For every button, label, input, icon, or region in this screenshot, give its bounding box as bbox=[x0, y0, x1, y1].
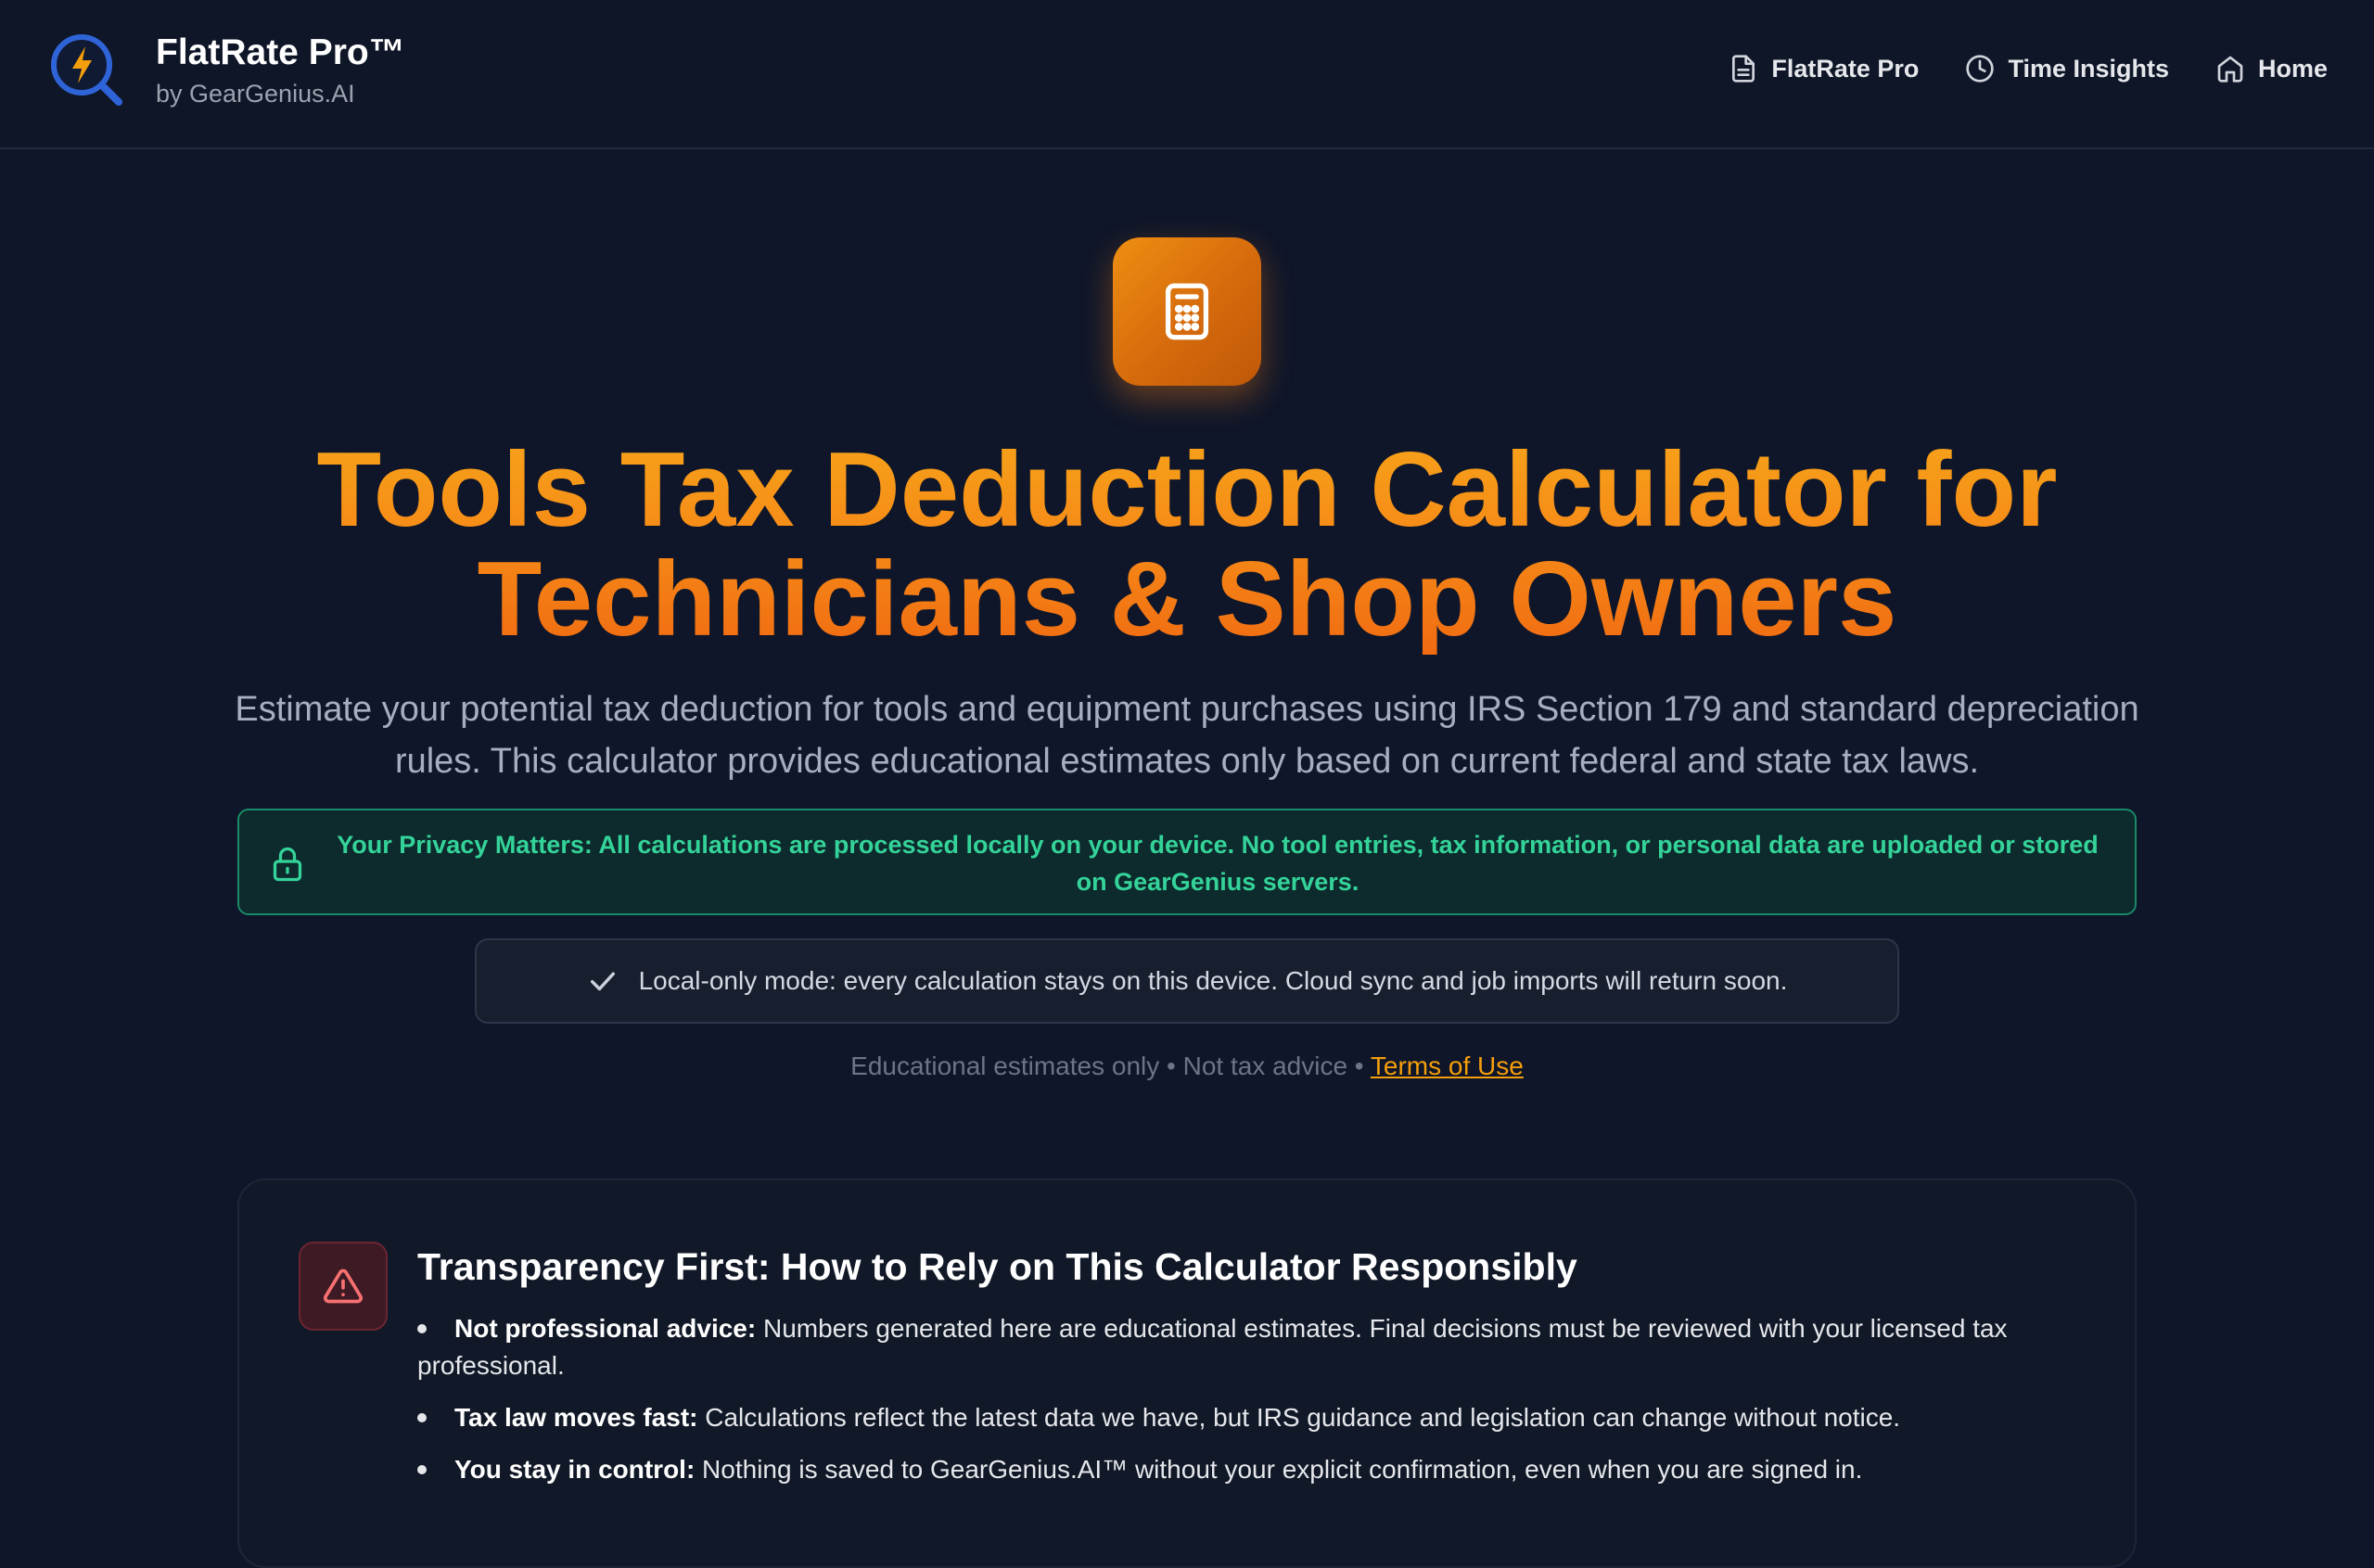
brand-name: FlatRate Pro™ bbox=[156, 32, 405, 72]
nav-label: FlatRate Pro bbox=[1771, 54, 1920, 83]
main-nav: FlatRate Pro Time Insights Home bbox=[1682, 54, 2328, 83]
page-description: Estimate your potential tax deduction fo… bbox=[235, 690, 2139, 781]
clock-icon bbox=[1966, 55, 1995, 83]
nav-item-flatrate-pro[interactable]: FlatRate Pro bbox=[1729, 54, 1919, 83]
list-item-label: Tax law moves fast: bbox=[454, 1403, 698, 1432]
page-title-line-2: Technicians & Shop Owners bbox=[477, 541, 1897, 658]
nav-item-time-insights[interactable]: Time Insights bbox=[1965, 54, 2169, 83]
disclaimer-text: Educational estimates only • Not tax adv… bbox=[850, 1052, 1371, 1080]
warning-triangle-icon bbox=[324, 1268, 363, 1304]
nav-item-home[interactable]: Home bbox=[2215, 54, 2328, 83]
top-header: FlatRate Pro™ by GearGenius.AI FlatRate … bbox=[0, 0, 2374, 149]
list-item-text: Nothing is saved to GearGenius.AI™ witho… bbox=[695, 1455, 1863, 1484]
list-item: You stay in control: Nothing is saved to… bbox=[417, 1451, 2049, 1488]
page-title: Tools Tax Deduction Calculator for Techn… bbox=[0, 436, 2374, 655]
list-item: Tax law moves fast: Calculations reflect… bbox=[417, 1399, 2049, 1436]
lock-icon bbox=[273, 847, 302, 882]
warning-badge bbox=[299, 1242, 388, 1331]
local-only-mode-banner: Local-only mode: every calculation stays… bbox=[475, 938, 1899, 1024]
nav-label: Home bbox=[2257, 54, 2328, 83]
transparency-card: Transparency First: How to Rely on This … bbox=[237, 1179, 2137, 1568]
local-only-mode-text: Local-only mode: every calculation stays… bbox=[638, 966, 1788, 995]
transparency-list: Not professional advice: Numbers generat… bbox=[417, 1310, 2049, 1503]
list-item-label: Not professional advice: bbox=[454, 1314, 757, 1343]
list-item-text: Calculations reflect the latest data we … bbox=[697, 1403, 1901, 1432]
brand[interactable]: FlatRate Pro™ by GearGenius.AI bbox=[48, 32, 405, 109]
bolt-magnifier-icon bbox=[51, 34, 122, 106]
privacy-notice: Your Privacy Matters: All calculations a… bbox=[237, 809, 2137, 915]
home-icon bbox=[2217, 56, 2243, 83]
transparency-title: Transparency First: How to Rely on This … bbox=[417, 1245, 1577, 1288]
calculator-icon bbox=[1165, 283, 1209, 340]
document-icon bbox=[1732, 55, 1755, 83]
privacy-notice-text: Your Privacy Matters: All calculations a… bbox=[337, 831, 2099, 896]
list-item-label: You stay in control: bbox=[454, 1455, 696, 1484]
brand-subtitle: by GearGenius.AI bbox=[156, 80, 355, 108]
disclaimer-line: Educational estimates only • Not tax adv… bbox=[0, 1052, 2374, 1081]
terms-of-use-link[interactable]: Terms of Use bbox=[1371, 1052, 1524, 1080]
check-icon bbox=[590, 972, 615, 991]
nav-label: Time Insights bbox=[2008, 54, 2169, 83]
page-title-line-1: Tools Tax Deduction Calculator for bbox=[316, 431, 2058, 549]
list-item: Not professional advice: Numbers generat… bbox=[417, 1310, 2049, 1384]
hero-calculator-badge bbox=[1113, 237, 1261, 386]
